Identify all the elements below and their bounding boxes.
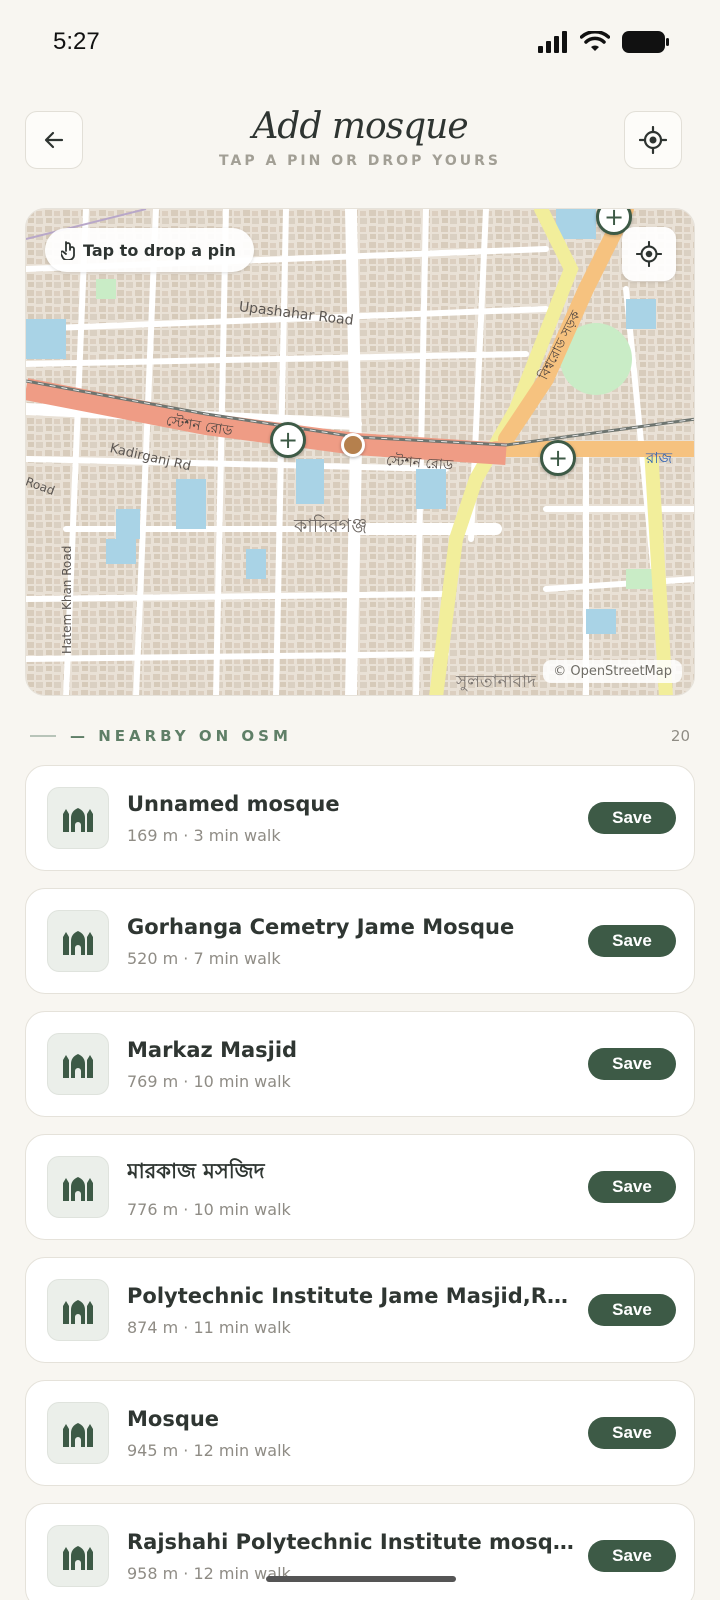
mosque-name: Gorhanga Cemetry Jame Mosque xyxy=(127,914,515,939)
section-divider xyxy=(30,735,56,737)
nearby-title: — NEARBY ON OSM xyxy=(70,727,292,745)
map-locate-button[interactable] xyxy=(622,227,676,281)
list-item[interactable]: Polytechnic Institute Jame Masjid,Rajsha… xyxy=(25,1257,695,1363)
mosque-name: Mosque xyxy=(127,1406,220,1431)
mosque-icon xyxy=(63,1054,93,1078)
list-item[interactable]: Markaz Masjid 769 m · 10 min walk Save xyxy=(25,1011,695,1117)
map-attribution[interactable]: © OpenStreetMap xyxy=(543,660,682,683)
drop-pin-hint-text: Tap to drop a pin xyxy=(83,240,236,260)
mosque-distance: 520 m · 7 min walk xyxy=(127,948,281,968)
save-button[interactable]: Save xyxy=(588,802,676,834)
save-button[interactable]: Save xyxy=(588,1048,676,1080)
map-label-sultana: সুলতানাবাদ xyxy=(456,672,536,692)
map-label-raj: রাজ xyxy=(646,449,673,467)
mosque-pin[interactable]: + xyxy=(540,440,576,476)
save-button[interactable]: Save xyxy=(588,925,676,957)
mosque-icon xyxy=(63,1546,93,1570)
nearby-list: Unnamed mosque 169 m · 3 min walk Save G… xyxy=(25,765,695,1600)
mosque-icon xyxy=(63,931,93,955)
mosque-icon-tile xyxy=(47,787,109,849)
mosque-name: Rajshahi Polytechnic Institute mosque xyxy=(127,1529,576,1554)
map-view[interactable]: Upashahar Road স্টেশন রোড স্টেশন রোড Kad… xyxy=(25,208,695,696)
mosque-icon-tile xyxy=(47,1402,109,1464)
mosque-distance: 169 m · 3 min walk xyxy=(127,825,281,845)
mosque-name: মারকাজ মসজিদ xyxy=(127,1159,265,1183)
user-location-marker xyxy=(341,433,365,457)
save-button[interactable]: Save xyxy=(588,1540,676,1572)
mosque-icon xyxy=(63,1423,93,1447)
mosque-distance: 776 m · 10 min walk xyxy=(127,1200,291,1219)
map-label-hatem: Hatem Khan Road xyxy=(60,545,74,654)
mosque-name: Polytechnic Institute Jame Masjid,Rajsha… xyxy=(127,1283,576,1308)
nearby-section-header: — NEARBY ON OSM 20 xyxy=(30,724,690,748)
mosque-distance: 945 m · 12 min walk xyxy=(127,1440,291,1460)
mosque-icon xyxy=(63,1177,93,1201)
list-item[interactable]: Gorhanga Cemetry Jame Mosque 520 m · 7 m… xyxy=(25,888,695,994)
map-label-kadirganj: কাদিরগঞ্জ xyxy=(294,515,368,537)
status-bar: 5:27 xyxy=(0,0,720,88)
mosque-icon xyxy=(63,1300,93,1324)
drop-pin-hint: Tap to drop a pin xyxy=(45,228,254,272)
crosshair-icon xyxy=(636,241,662,267)
mosque-icon-tile xyxy=(47,1033,109,1095)
mosque-icon xyxy=(63,808,93,832)
wifi-icon xyxy=(580,31,610,51)
save-button[interactable]: Save xyxy=(588,1171,676,1203)
home-indicator[interactable] xyxy=(266,1576,456,1582)
mosque-distance: 874 m · 11 min walk xyxy=(127,1317,291,1337)
nearby-count: 20 xyxy=(670,727,690,745)
signal-icon xyxy=(538,31,567,53)
save-button[interactable]: Save xyxy=(588,1417,676,1449)
hand-pointer-icon xyxy=(61,241,75,260)
mosque-icon-tile xyxy=(47,1156,109,1218)
list-item[interactable]: Mosque 945 m · 12 min walk Save xyxy=(25,1380,695,1486)
status-time: 5:27 xyxy=(53,28,100,55)
list-item[interactable]: Rajshahi Polytechnic Institute mosque 95… xyxy=(25,1503,695,1600)
battery-icon xyxy=(622,31,669,53)
current-location-button[interactable] xyxy=(624,111,682,169)
page-subtitle: TAP A PIN OR DROP YOURS xyxy=(219,153,501,169)
mosque-icon-tile xyxy=(47,1279,109,1341)
list-item[interactable]: Unnamed mosque 169 m · 3 min walk Save xyxy=(25,765,695,871)
mosque-icon-tile xyxy=(47,1525,109,1587)
save-button[interactable]: Save xyxy=(588,1294,676,1326)
mosque-name: Markaz Masjid xyxy=(127,1037,298,1062)
crosshair-icon xyxy=(639,126,667,154)
mosque-name: Unnamed mosque xyxy=(127,791,340,816)
map-label-station-right: স্টেশন রোড xyxy=(385,453,454,474)
page-title: Add mosque xyxy=(252,106,468,147)
status-icons xyxy=(538,30,670,54)
mosque-pin[interactable]: + xyxy=(270,422,306,458)
mosque-distance: 769 m · 10 min walk xyxy=(127,1071,291,1091)
mosque-icon-tile xyxy=(47,910,109,972)
list-item[interactable]: মারকাজ মসজিদ 776 m · 10 min walk Save xyxy=(25,1134,695,1240)
